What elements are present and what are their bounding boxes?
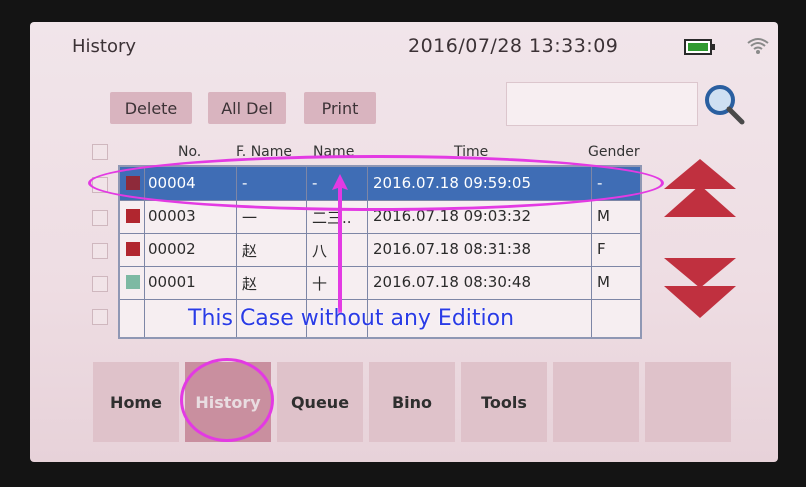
- nav-blank-button[interactable]: [645, 362, 731, 442]
- device-screen: History 2016/07/28 13:33:09 Delete All D…: [30, 22, 778, 462]
- annotation-circle: [180, 358, 274, 442]
- cell-fname: 一: [242, 209, 258, 227]
- record-color-swatch: [126, 209, 140, 223]
- annotation-arrow-icon: [332, 174, 348, 314]
- battery-icon: [684, 39, 715, 55]
- cell-fname: 赵: [242, 275, 258, 293]
- cell-time: 2016.07.18 08:30:48: [373, 273, 532, 291]
- row-checkbox[interactable]: [92, 276, 108, 292]
- status-bar: History 2016/07/28 13:33:09: [30, 22, 778, 74]
- nav-bino-button[interactable]: Bino: [369, 362, 455, 442]
- row-checkbox[interactable]: [92, 243, 108, 259]
- cell-no: 00001: [148, 273, 196, 291]
- row-checkbox[interactable]: [92, 309, 108, 325]
- table-row[interactable]: 00001 赵 十 2016.07.18 08:30:48 M: [120, 266, 640, 300]
- nav-tools-button[interactable]: Tools: [461, 362, 547, 442]
- nav-queue-button[interactable]: Queue: [277, 362, 363, 442]
- search-input[interactable]: [506, 82, 698, 126]
- row-checkbox[interactable]: [92, 144, 108, 160]
- column-header-no: No.: [178, 144, 202, 160]
- cell-name: 八: [312, 242, 328, 260]
- row-checkbox[interactable]: [92, 210, 108, 226]
- all-del-button[interactable]: All Del: [208, 92, 286, 124]
- annotation-text: This Case without any Edition: [188, 306, 515, 331]
- annotation-ellipse: [88, 155, 664, 211]
- search-icon[interactable]: [702, 82, 746, 126]
- nav-blank-button[interactable]: [553, 362, 639, 442]
- print-button[interactable]: Print: [304, 92, 376, 124]
- record-color-swatch: [126, 242, 140, 256]
- datetime: 2016/07/28 13:33:09: [408, 35, 619, 57]
- delete-button[interactable]: Delete: [110, 92, 192, 124]
- cell-gender: M: [597, 273, 610, 291]
- cell-fname: 赵: [242, 242, 258, 260]
- record-color-swatch: [126, 275, 140, 289]
- cell-gender: F: [597, 240, 606, 258]
- nav-home-button[interactable]: Home: [93, 362, 179, 442]
- cell-no: 00002: [148, 240, 196, 258]
- page-title: History: [72, 36, 137, 57]
- column-header-gender: Gender: [588, 144, 640, 160]
- scroll-down-icon[interactable]: [660, 252, 740, 322]
- wifi-icon: [747, 38, 769, 54]
- cell-gender: M: [597, 207, 610, 225]
- cell-time: 2016.07.18 08:31:38: [373, 240, 532, 258]
- table-row[interactable]: 00002 赵 八 2016.07.18 08:31:38 F: [120, 233, 640, 267]
- scroll-up-icon[interactable]: [660, 155, 740, 225]
- cell-no: 00003: [148, 207, 196, 225]
- cell-name: 十: [312, 275, 328, 293]
